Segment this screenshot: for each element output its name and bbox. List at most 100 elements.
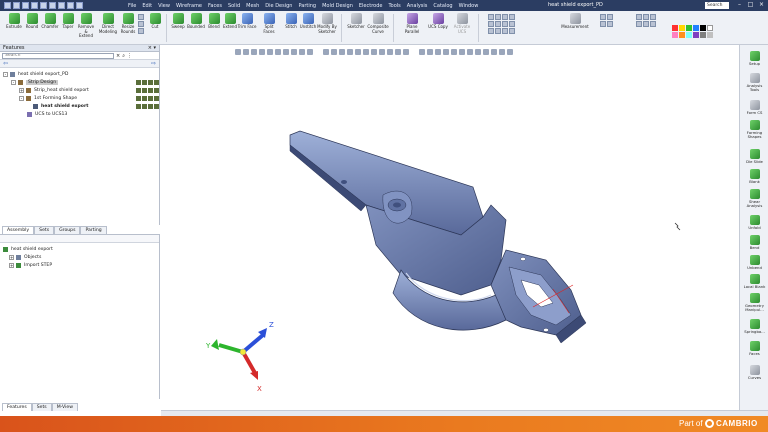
status-icon[interactable] — [154, 95, 159, 101]
small-tool-icon[interactable] — [509, 14, 515, 20]
trim-face-button[interactable]: Trim Face — [237, 13, 257, 30]
tab-features[interactable]: Features — [2, 403, 32, 411]
zoom-in-icon[interactable] — [600, 21, 606, 27]
setup-button[interactable]: Setup — [740, 51, 768, 66]
measurement-button[interactable]: Measurement — [561, 13, 589, 30]
menu-tools[interactable]: Tools — [388, 3, 400, 9]
color-swatch[interactable] — [686, 32, 692, 38]
status-icon[interactable] — [154, 103, 159, 109]
small-tool-icon[interactable] — [495, 14, 501, 20]
geometry-manipulation-button[interactable]: Geometry Manipul... — [740, 293, 768, 312]
show-icon[interactable] — [136, 95, 141, 101]
show-icon[interactable] — [136, 87, 141, 93]
bounded-button[interactable]: Bounded — [186, 13, 206, 30]
forward-arrow-icon[interactable]: ⇨ — [151, 60, 156, 67]
sketcher-button[interactable]: Sketcher — [346, 13, 366, 30]
collapse-icon[interactable]: - — [3, 71, 8, 77]
menu-faces[interactable]: Faces — [208, 3, 222, 9]
layer-icon[interactable] — [148, 87, 153, 93]
tab-sets-bottom[interactable]: Sets — [31, 403, 52, 411]
undo-icon[interactable] — [31, 2, 38, 9]
analysis-tools-button[interactable]: Analysis Tools — [740, 73, 768, 92]
unfold-button[interactable]: Unfold — [740, 215, 768, 230]
resize-rounds-button[interactable]: Resize Rounds — [118, 13, 138, 34]
color-swatch[interactable] — [672, 25, 678, 31]
split-faces-button[interactable]: Split Faces — [259, 13, 279, 34]
small-tool-icon[interactable] — [509, 28, 515, 34]
unbend-button[interactable]: Unbend — [740, 255, 768, 270]
forming-shapes-button[interactable]: Forming Shapes — [740, 120, 768, 139]
zoom-icon[interactable] — [600, 14, 606, 20]
chamfer-button[interactable]: Chamfer — [40, 13, 60, 30]
menu-wireframe[interactable]: Wireframe — [176, 3, 202, 9]
lock-icon[interactable] — [142, 95, 147, 101]
color-swatch[interactable] — [693, 32, 699, 38]
die-slide-button[interactable]: Die Slide — [740, 149, 768, 164]
local-blank-button[interactable]: Local Blank — [740, 274, 768, 289]
small-tool-icon[interactable] — [138, 21, 144, 27]
menu-electrode[interactable]: Electrode — [359, 3, 383, 9]
layer-icon[interactable] — [148, 103, 153, 109]
show-icon[interactable] — [136, 103, 141, 109]
unstitch-button[interactable]: Unstitch — [298, 13, 318, 30]
tree-item-strip[interactable]: + Strip_heat shield export — [3, 86, 159, 94]
display-icon[interactable] — [650, 14, 656, 20]
small-tool-icon[interactable] — [502, 14, 508, 20]
objects-item-root[interactable]: heat shield export — [3, 245, 156, 253]
small-tool-icon[interactable] — [138, 28, 144, 34]
small-tool-icon[interactable] — [488, 14, 494, 20]
small-tool-icon[interactable] — [495, 21, 501, 27]
taper-button[interactable]: Taper — [58, 13, 78, 30]
collapse-icon[interactable]: - — [11, 79, 16, 85]
lock-icon[interactable] — [142, 79, 147, 85]
blank-button[interactable]: Blank — [740, 169, 768, 184]
menu-parting[interactable]: Parting — [298, 3, 316, 9]
print-icon[interactable] — [49, 2, 56, 9]
menu-window[interactable]: Window — [459, 3, 479, 9]
tree-item-forming-shape[interactable]: - 1st Forming Shape — [3, 94, 159, 102]
extrude-button[interactable]: Extrude — [4, 13, 24, 30]
lock-icon[interactable] — [142, 103, 147, 109]
color-swatch[interactable] — [679, 25, 685, 31]
objects-item-objects[interactable]: + Objects — [3, 253, 156, 261]
menu-file[interactable]: File — [128, 3, 136, 9]
small-tool-icon[interactable] — [509, 21, 515, 27]
menu-die-design[interactable]: Die Design — [265, 3, 292, 9]
color-swatch[interactable] — [700, 32, 706, 38]
menu-solid[interactable]: Solid — [228, 3, 240, 9]
form-cs-button[interactable]: Form CS — [740, 100, 768, 115]
remove-extend-button[interactable]: Remove & Extend — [76, 13, 96, 39]
color-swatch[interactable] — [672, 32, 678, 38]
maximize-icon[interactable]: □ — [747, 1, 754, 9]
curves-button[interactable]: Curves — [740, 365, 768, 380]
display-icon[interactable] — [636, 21, 642, 27]
status-icon[interactable] — [154, 87, 159, 93]
graphics-viewport[interactable]: Y Z X — [161, 45, 739, 415]
layer-icon[interactable] — [148, 79, 153, 85]
show-icon[interactable] — [136, 79, 141, 85]
tab-sets[interactable]: Sets — [34, 226, 55, 234]
customize-icon[interactable] — [76, 2, 83, 9]
menu-mold-design[interactable]: Mold Design — [322, 3, 353, 9]
global-search-input[interactable]: Search — [705, 2, 729, 9]
tree-item-ucs[interactable]: UCS to UCS13 — [3, 110, 156, 118]
features-search-input[interactable] — [2, 52, 114, 59]
menu-analysis[interactable]: Analysis — [407, 3, 428, 9]
objects-item-import[interactable]: + Import STEP — [3, 261, 156, 269]
menu-edit[interactable]: Edit — [142, 3, 152, 9]
direct-modeling-button[interactable]: Direct Modeling — [98, 13, 118, 34]
small-tool-icon[interactable] — [488, 28, 494, 34]
modify-by-sketcher-button[interactable]: Modify By Sketcher — [317, 13, 337, 34]
color-swatch[interactable] — [707, 25, 713, 31]
color-swatch[interactable] — [679, 32, 685, 38]
cut-button[interactable]: Cut — [145, 13, 165, 30]
color-swatch[interactable] — [700, 25, 706, 31]
layer-icon[interactable] — [148, 95, 153, 101]
settings-icon[interactable] — [58, 2, 65, 9]
clear-search-icon[interactable]: × — [116, 53, 120, 59]
shear-analysis-button[interactable]: Shear Analysis — [740, 189, 768, 208]
heat-shield-part[interactable] — [289, 130, 587, 344]
zoom-fit-icon[interactable] — [607, 14, 613, 20]
options-icon[interactable]: ⋮ — [127, 53, 132, 59]
color-swatch[interactable] — [707, 32, 713, 38]
